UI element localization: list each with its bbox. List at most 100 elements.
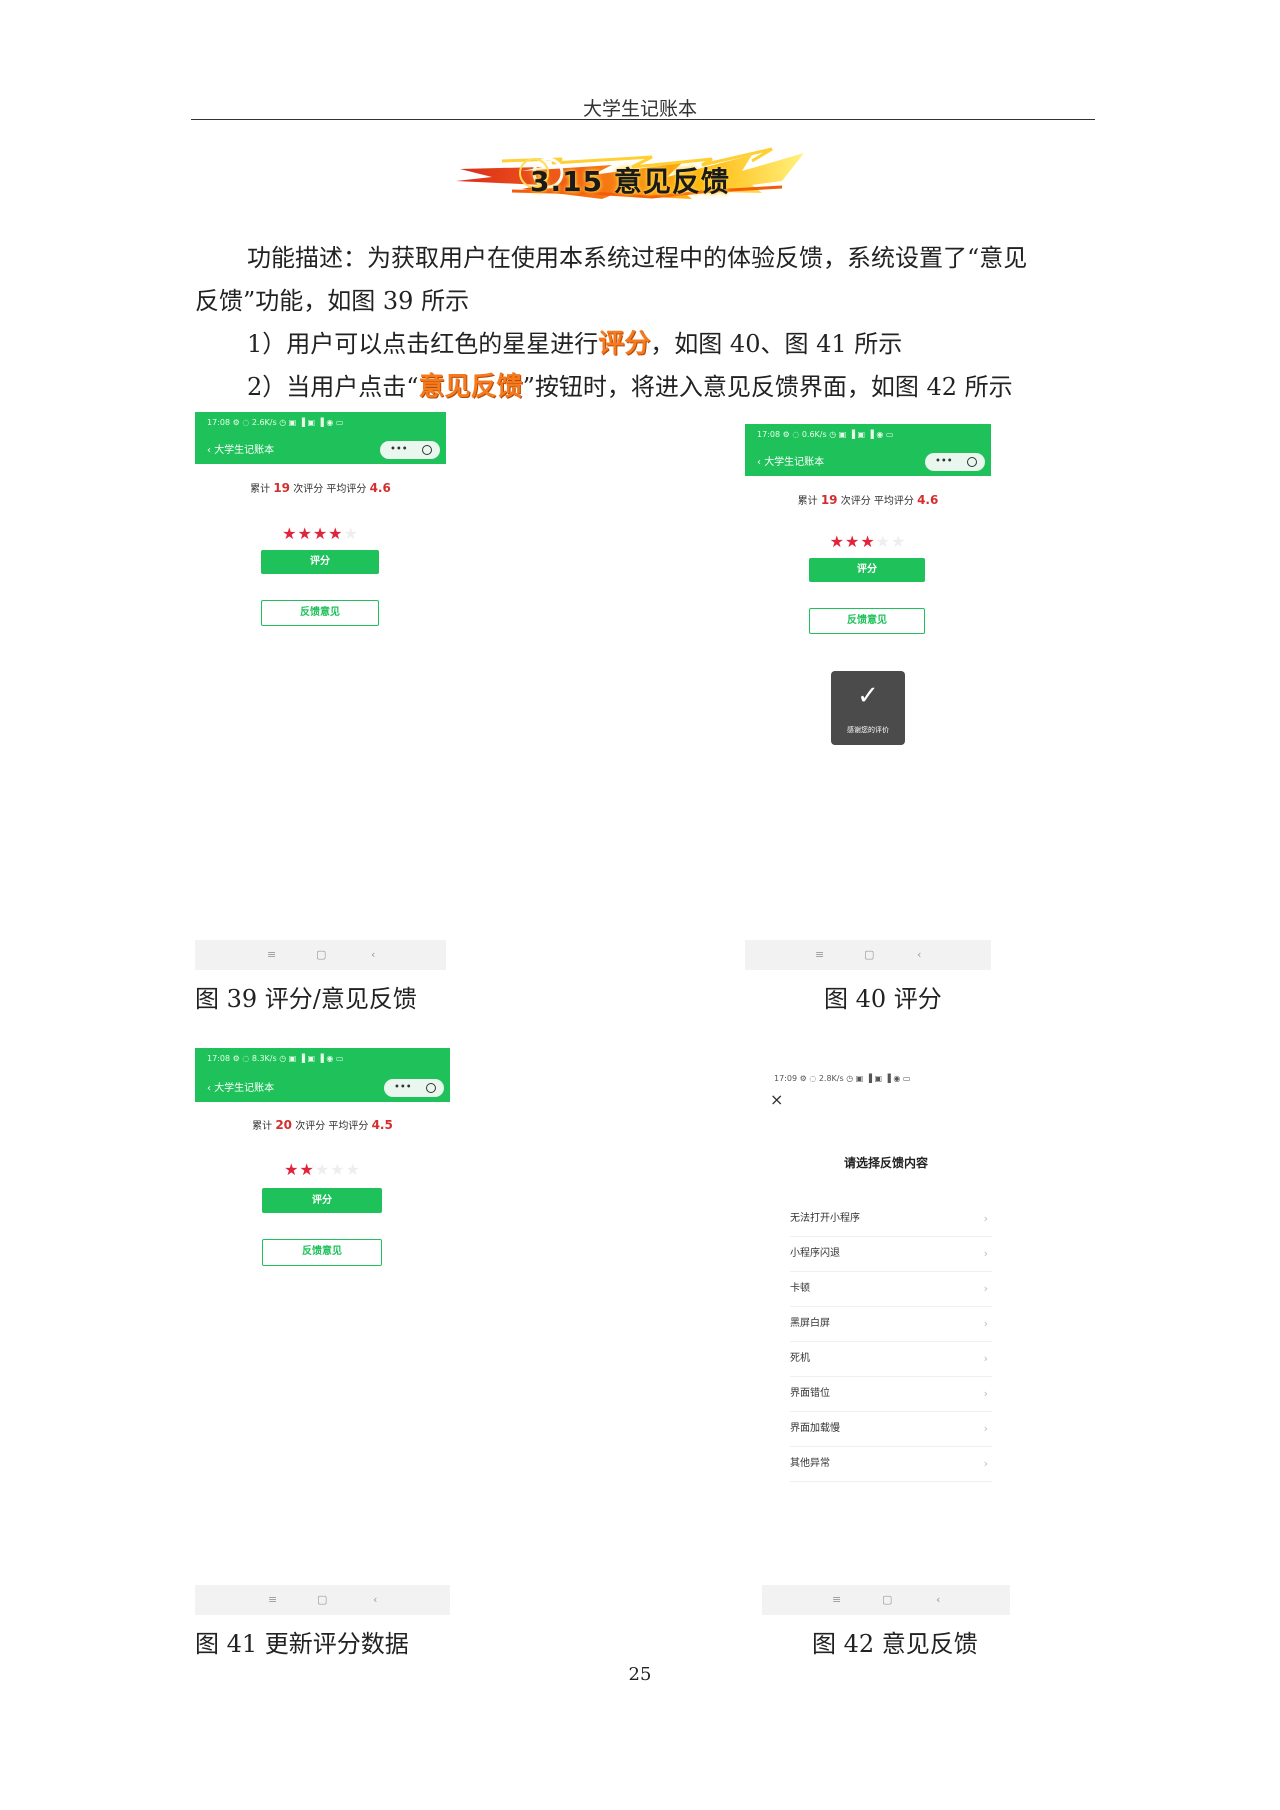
paragraph-3: 2）当用户点击“意见反馈”按钮时，将进入意见反馈界面，如图 42 所示 bbox=[247, 366, 1013, 409]
more-icon[interactable]: ••• bbox=[935, 456, 953, 468]
star-rating[interactable]: ★★★★★ bbox=[745, 532, 991, 551]
chevron-right-icon: › bbox=[983, 1422, 988, 1435]
option-label: 其他异常 bbox=[790, 1458, 830, 1469]
rate-button[interactable]: 评分 bbox=[262, 1188, 382, 1213]
capsule-menu[interactable]: ••• bbox=[384, 1079, 444, 1097]
chevron-right-icon: › bbox=[983, 1212, 988, 1225]
feedback-button[interactable]: 反馈意见 bbox=[262, 1239, 382, 1266]
capsule-menu[interactable]: ••• bbox=[380, 441, 440, 459]
screenshot-fig41: 17:08 ⚙ ◌ 8.3K/s ◷ ▣ ▐ ▣ ▐ ◉ ▭ ‹ 大学生记账本 … bbox=[195, 1048, 450, 1615]
star-icons-empty[interactable]: ★★ bbox=[876, 532, 907, 551]
list-item[interactable]: 其他异常 › bbox=[790, 1447, 992, 1482]
rating-count: 20 bbox=[275, 1118, 293, 1132]
close-target-icon[interactable] bbox=[967, 457, 977, 467]
stats-mid: 次评分 平均评分 bbox=[292, 1121, 372, 1132]
list-item[interactable]: 界面错位 › bbox=[790, 1377, 992, 1412]
list-item[interactable]: 卡顿 › bbox=[790, 1272, 992, 1307]
option-label: 死机 bbox=[790, 1353, 810, 1364]
rating-average: 4.6 bbox=[917, 493, 939, 507]
rating-average: 4.6 bbox=[369, 481, 391, 495]
chevron-right-icon: › bbox=[983, 1282, 988, 1295]
check-icon: ✓ bbox=[857, 681, 879, 711]
option-label: 界面错位 bbox=[790, 1388, 830, 1399]
wechat-top-bar: 17:08 ⚙ ◌ 8.3K/s ◷ ▣ ▐ ▣ ▐ ◉ ▭ ‹ 大学生记账本 … bbox=[195, 1048, 450, 1102]
feedback-button[interactable]: 反馈意见 bbox=[809, 608, 925, 634]
caption-fig42: 图 42 意见反馈 bbox=[812, 1630, 978, 1658]
paragraph-1-continued: 反馈”功能，如图 39 所示 bbox=[195, 287, 470, 315]
rating-stats: 累计 20 次评分 平均评分 4.5 bbox=[195, 1117, 450, 1132]
status-bar: 17:08 ⚙ ◌ 8.3K/s ◷ ▣ ▐ ▣ ▐ ◉ ▭ bbox=[207, 1054, 344, 1063]
screenshot-fig39: 17:08 ⚙ ◌ 2.6K/s ◷ ▣ ▐ ▣ ▐ ◉ ▭ ‹ 大学生记账本 … bbox=[195, 412, 446, 970]
nav-title-text: 大学生记账本 bbox=[214, 445, 275, 456]
list-item[interactable]: 黑屏白屏 › bbox=[790, 1307, 992, 1342]
rate-button[interactable]: 评分 bbox=[261, 550, 379, 574]
status-bar: 17:09 ⚙ ◌ 2.8K/s ◷ ▣ ▐ ▣ ▐ ◉ ▭ bbox=[774, 1074, 911, 1083]
home-icon[interactable]: ▢ bbox=[316, 948, 326, 961]
paragraph-3-suffix: ”按钮时，将进入意见反馈界面，如图 42 所示 bbox=[522, 373, 1013, 401]
option-label: 界面加载慢 bbox=[790, 1423, 840, 1434]
list-item[interactable]: 死机 › bbox=[790, 1342, 992, 1377]
caption-fig41: 图 41 更新评分数据 bbox=[195, 1630, 409, 1658]
star-icons-filled[interactable]: ★★★ bbox=[830, 532, 876, 551]
nav-title-text: 大学生记账本 bbox=[764, 457, 825, 468]
paragraph-1-text: 功能描述：为获取用户在使用本系统过程中的体验反馈，系统设置了“意见 bbox=[247, 244, 1028, 272]
home-icon[interactable]: ▢ bbox=[882, 1593, 892, 1606]
option-label: 黑屏白屏 bbox=[790, 1318, 830, 1329]
wechat-top-bar: 17:08 ⚙ ◌ 2.6K/s ◷ ▣ ▐ ▣ ▐ ◉ ▭ ‹ 大学生记账本 … bbox=[195, 412, 446, 464]
toast-message: 感谢您的评价 bbox=[847, 726, 889, 734]
chevron-right-icon: › bbox=[983, 1387, 988, 1400]
nav-title: ‹ 大学生记账本 bbox=[207, 441, 274, 456]
highlight-feedback: 意见反馈 bbox=[418, 372, 523, 402]
chevron-right-icon: › bbox=[983, 1457, 988, 1470]
highlight-rating: 评分 bbox=[598, 329, 651, 359]
back-nav-icon[interactable]: ‹ bbox=[936, 1593, 940, 1606]
star-icons-filled[interactable]: ★★ bbox=[284, 1160, 315, 1179]
back-nav-icon[interactable]: ‹ bbox=[917, 948, 921, 961]
star-icons-empty[interactable]: ★★★ bbox=[315, 1160, 361, 1179]
chevron-right-icon: › bbox=[983, 1317, 988, 1330]
status-bar: 17:08 ⚙ ◌ 0.6K/s ◷ ▣ ▐ ▣ ▐ ◉ ▭ bbox=[757, 430, 894, 439]
rating-stats: 累计 19 次评分 平均评分 4.6 bbox=[195, 480, 446, 495]
star-rating[interactable]: ★★★★★ bbox=[195, 1160, 450, 1179]
home-icon[interactable]: ▢ bbox=[317, 1593, 327, 1606]
stats-prefix: 累计 bbox=[797, 496, 821, 507]
close-icon[interactable]: × bbox=[770, 1090, 783, 1109]
running-header: 大学生记账本 bbox=[582, 98, 697, 120]
back-nav-icon[interactable]: ‹ bbox=[373, 1593, 377, 1606]
caption-fig40: 图 40 评分 bbox=[824, 985, 942, 1013]
more-icon[interactable]: ••• bbox=[394, 1082, 412, 1094]
rating-count: 19 bbox=[820, 493, 838, 507]
chevron-right-icon: › bbox=[983, 1247, 988, 1260]
list-item[interactable]: 小程序闪退 › bbox=[790, 1237, 992, 1272]
paragraph-2-text: 1）用户可以点击红色的星星进行 bbox=[247, 330, 599, 358]
menu-icon[interactable]: ≡ bbox=[268, 1593, 277, 1606]
feedback-button[interactable]: 反馈意见 bbox=[261, 600, 379, 626]
android-nav-bar: ≡ ▢ ‹ bbox=[762, 1585, 1010, 1615]
close-target-icon[interactable] bbox=[422, 445, 432, 455]
star-icons-filled[interactable]: ★★★★ bbox=[282, 524, 343, 543]
page-number: 25 bbox=[628, 1664, 652, 1685]
option-label: 小程序闪退 bbox=[790, 1248, 840, 1259]
list-item[interactable]: 界面加载慢 › bbox=[790, 1412, 992, 1447]
menu-icon[interactable]: ≡ bbox=[267, 948, 276, 961]
wechat-top-bar: 17:08 ⚙ ◌ 0.6K/s ◷ ▣ ▐ ▣ ▐ ◉ ▭ ‹ 大学生记账本 … bbox=[745, 424, 991, 476]
paragraph-3-text: 2）当用户点击“ bbox=[247, 373, 419, 401]
menu-icon[interactable]: ≡ bbox=[815, 948, 824, 961]
rate-button[interactable]: 评分 bbox=[809, 558, 925, 582]
capsule-menu[interactable]: ••• bbox=[925, 453, 985, 471]
more-icon[interactable]: ••• bbox=[390, 444, 408, 456]
caption-fig39: 图 39 评分/意见反馈 bbox=[195, 985, 417, 1013]
close-target-icon[interactable] bbox=[426, 1083, 436, 1093]
paragraph-2-suffix: ，如图 40、图 41 所示 bbox=[650, 330, 903, 358]
back-nav-icon[interactable]: ‹ bbox=[371, 948, 375, 961]
menu-icon[interactable]: ≡ bbox=[832, 1593, 841, 1606]
section-title: 3.15 意见反馈 bbox=[530, 165, 730, 198]
status-bar: 17:08 ⚙ ◌ 2.6K/s ◷ ▣ ▐ ▣ ▐ ◉ ▭ bbox=[207, 418, 344, 427]
star-icons-empty[interactable]: ★ bbox=[344, 524, 359, 543]
star-rating[interactable]: ★★★★★ bbox=[195, 524, 446, 543]
home-icon[interactable]: ▢ bbox=[864, 948, 874, 961]
list-item[interactable]: 无法打开小程序 › bbox=[790, 1202, 992, 1237]
android-nav-bar: ≡ ▢ ‹ bbox=[745, 940, 991, 970]
stats-mid: 次评分 平均评分 bbox=[290, 484, 370, 495]
paragraph-2: 1）用户可以点击红色的星星进行评分，如图 40、图 41 所示 bbox=[247, 323, 902, 366]
